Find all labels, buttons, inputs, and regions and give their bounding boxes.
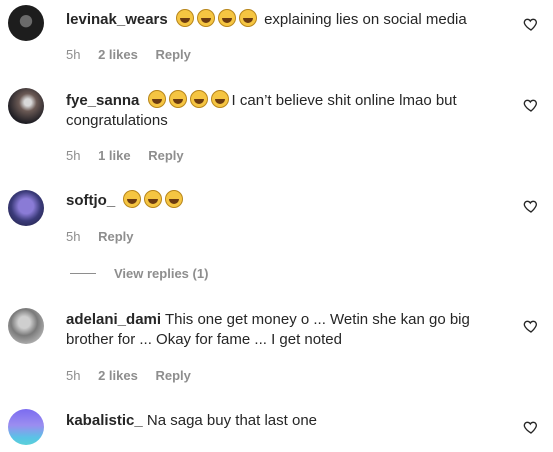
comment-meta: 5h 2 likes Reply	[66, 368, 205, 384]
comment-meta: 5h Reply	[66, 229, 148, 245]
likes-count[interactable]: 1 like	[98, 148, 131, 163]
username[interactable]: softjo_	[66, 192, 115, 209]
username[interactable]: fye_sanna	[66, 92, 139, 109]
likes-count[interactable]: 2 likes	[98, 368, 138, 383]
grinning-emoji-icon	[123, 190, 142, 208]
likes-count[interactable]: 2 likes	[98, 47, 138, 62]
comment-body: fye_sanna I can’t believe shit online lm…	[66, 90, 486, 131]
grinning-emoji-icon	[210, 90, 229, 108]
avatar[interactable]	[8, 409, 44, 445]
grinning-emoji-icon	[165, 190, 184, 208]
reply-button[interactable]: Reply	[155, 47, 190, 62]
comment-text: Na saga buy that last one	[146, 412, 318, 429]
grinning-emoji-icon	[189, 90, 208, 108]
reply-button[interactable]: Reply	[155, 368, 190, 383]
timestamp: 5h	[66, 148, 81, 163]
grinning-emoji-icon	[196, 9, 215, 27]
emoji-group	[175, 9, 264, 28]
username[interactable]: adelani_dami	[66, 311, 161, 328]
view-replies-button[interactable]: View replies (1)	[70, 266, 208, 282]
comment-body: levinak_wears explaining lies on social …	[66, 9, 506, 30]
avatar[interactable]	[8, 88, 44, 124]
comment-body: kabalistic_ Na saga buy that last one	[66, 411, 506, 431]
reply-button[interactable]: Reply	[148, 148, 183, 163]
grinning-emoji-icon	[238, 9, 257, 27]
heart-outline-icon[interactable]	[523, 419, 539, 435]
emoji-group	[123, 190, 186, 209]
comment-text: explaining lies on social media	[264, 11, 467, 28]
username[interactable]: levinak_wears	[66, 11, 168, 28]
emoji-group	[147, 90, 232, 109]
username[interactable]: kabalistic_	[66, 412, 143, 429]
timestamp: 5h	[66, 229, 81, 244]
heart-outline-icon[interactable]	[523, 198, 539, 214]
heart-outline-icon[interactable]	[523, 318, 539, 334]
grinning-emoji-icon	[168, 90, 187, 108]
comment-meta: 5h 2 likes Reply	[66, 47, 205, 63]
grinning-emoji-icon	[175, 9, 194, 27]
grinning-emoji-icon	[144, 190, 163, 208]
heart-outline-icon[interactable]	[523, 97, 539, 113]
comment-body: adelani_dami This one get money o ... We…	[66, 310, 486, 350]
grinning-emoji-icon	[147, 90, 166, 108]
reply-button[interactable]: Reply	[98, 229, 133, 244]
heart-outline-icon[interactable]	[523, 16, 539, 32]
view-replies-label: View replies (1)	[114, 266, 209, 281]
replies-divider	[70, 273, 96, 274]
grinning-emoji-icon	[217, 9, 236, 27]
timestamp: 5h	[66, 368, 81, 383]
comment-meta: 5h 1 like Reply	[66, 148, 198, 164]
comment-body: softjo_	[66, 190, 506, 211]
timestamp: 5h	[66, 47, 81, 62]
avatar[interactable]	[8, 5, 44, 41]
avatar[interactable]	[8, 190, 44, 226]
avatar[interactable]	[8, 308, 44, 344]
